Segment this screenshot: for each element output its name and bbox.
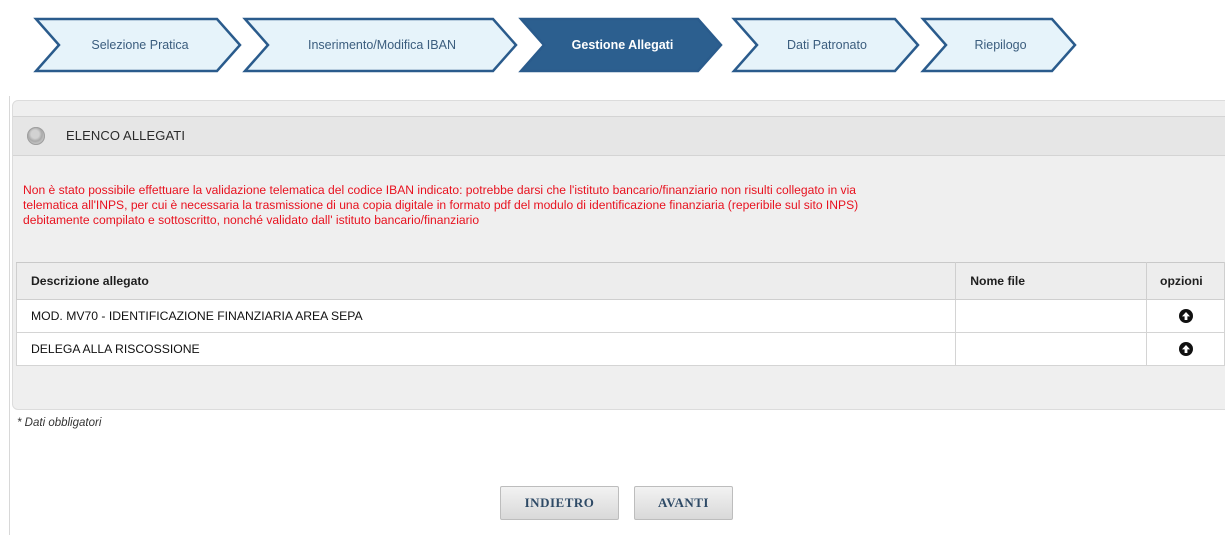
- back-button[interactable]: INDIETRO: [500, 486, 619, 520]
- step-label-dati-patronato[interactable]: Dati Patronato: [757, 36, 897, 54]
- attachments-table: Descrizione allegato Nome file opzioni M…: [15, 262, 1225, 366]
- table-row: DELEGA ALLA RISCOSSIONE: [15, 332, 1225, 366]
- wizard-steps: Selezione Pratica Inserimento/Modifica I…: [0, 0, 1225, 92]
- left-border: [9, 96, 10, 535]
- step-label-selezione-pratica[interactable]: Selezione Pratica: [60, 36, 220, 54]
- step-label-inserimento-iban[interactable]: Inserimento/Modifica IBAN: [268, 36, 496, 54]
- next-button[interactable]: AVANTI: [634, 486, 733, 520]
- column-header-opzioni: opzioni: [1146, 262, 1225, 300]
- attachment-filename: [955, 332, 1147, 366]
- warning-line: Non è stato possibile effettuare la vali…: [23, 183, 856, 197]
- upload-icon[interactable]: [1178, 342, 1193, 357]
- column-header-nome-file: Nome file: [955, 262, 1147, 300]
- table-header-row: Descrizione allegato Nome file opzioni: [15, 262, 1225, 300]
- iban-validation-warning: Non è stato possibile effettuare la vali…: [23, 183, 1218, 228]
- attachment-options: [1146, 299, 1225, 333]
- mandatory-fields-note: * Dati obbligatori: [17, 417, 102, 429]
- attachment-description: DELEGA ALLA RISCOSSIONE: [15, 332, 957, 366]
- step-label-gestione-allegati[interactable]: Gestione Allegati: [544, 36, 701, 54]
- panel-header: ELENCO ALLEGATI: [13, 116, 1225, 156]
- column-header-descrizione: Descrizione allegato: [15, 262, 957, 300]
- warning-line: debitamente compilato e sottoscritto, no…: [23, 213, 480, 227]
- attachment-filename: [955, 299, 1147, 333]
- attachment-description: MOD. MV70 - IDENTIFICAZIONE FINANZIARIA …: [15, 299, 957, 333]
- step-label-riepilogo[interactable]: Riepilogo: [946, 36, 1055, 54]
- warning-line: telematica all'INPS, per cui è necessari…: [23, 198, 859, 212]
- section-radio-icon[interactable]: [27, 127, 45, 145]
- upload-icon[interactable]: [1178, 309, 1193, 324]
- panel-title: ELENCO ALLEGATI: [66, 128, 186, 143]
- attachment-options: [1146, 332, 1225, 366]
- table-row: MOD. MV70 - IDENTIFICAZIONE FINANZIARIA …: [15, 299, 1225, 333]
